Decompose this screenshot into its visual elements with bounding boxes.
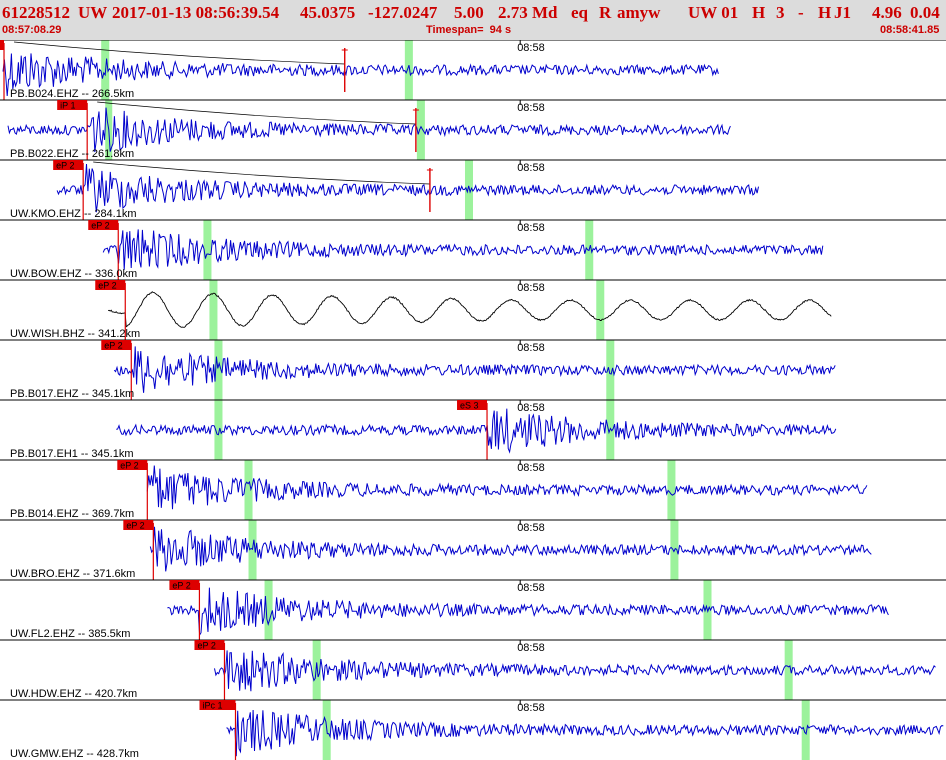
minute-tick-label: 08:58 [517,402,545,414]
coda-window-marker [667,460,676,520]
geo-type: H [818,3,832,22]
phase-pick-label: eP 2 [91,221,109,231]
minute-tick-label: 08:58 [517,282,545,294]
phase-pick-label: eS 3 [460,401,479,411]
channel-label: PB.B024.EHZ -- 266.5km [10,88,134,100]
phase-pick-label: eP 2 [98,281,116,291]
waveform-trace [146,465,868,510]
phase-pick-label: eP 2 [197,641,215,651]
quality: H [752,3,766,22]
channel-label: UW.HDW.EHZ -- 420.7km [10,688,137,700]
rms-1: 4.96 [872,3,902,22]
flag: J1 [834,3,851,22]
channel-label: UW.FL2.EHZ -- 385.5km [10,628,130,640]
waveform-trace [149,526,872,572]
rms-2: 0.04 [910,3,940,22]
coda-window-marker [416,100,425,160]
minute-tick-label: 08:58 [517,642,545,654]
event-network: UW [78,3,108,22]
source: UW 01 [688,3,739,22]
event-type: eq [571,3,588,22]
coda-window-marker [801,700,810,760]
channel-label: PB.B022.EHZ -- 261.8km [10,148,134,160]
author: amyw [617,3,661,22]
channel-label: UW.BRO.EHZ -- 371.6km [10,568,135,580]
minute-tick-label: 08:58 [517,222,545,234]
review-flag: R [599,3,612,22]
waveform-trace [226,709,944,757]
channel-label: UW.WISH.BHZ -- 341.2km [10,328,140,340]
phase-pick-label: iP 1 [60,101,75,111]
origin-time: 2017-01-13 08:56:39.54 [112,3,280,22]
coda-window-marker [264,580,273,640]
event-id: 61228512 [2,3,70,22]
channel-label: UW.GMW.EHZ -- 428.7km [10,748,139,760]
window-end-time: 08:58:41.85 [880,24,940,36]
minute-tick-label: 08:58 [517,342,545,354]
minute-tick-label: 08:58 [517,522,545,534]
phase-pick-flag [0,40,5,50]
coda-window-marker [784,640,793,700]
longitude: -127.0247 [368,3,438,22]
phase-pick-label: eP 2 [104,341,122,351]
coda-window-marker [209,280,218,340]
waveform-trace [214,650,936,692]
phase-pick-label: eP 2 [172,581,190,591]
coda-window-marker [244,460,253,520]
channel-label: UW.BOW.EHZ -- 336.0km [10,268,137,280]
minute-tick-label: 08:58 [517,702,545,714]
phase-pick-label: eP 2 [120,461,138,471]
station-count: 3 [776,3,785,22]
channel-label: PB.B017.EH1 -- 345.1km [10,448,134,460]
depth: 5.00 [454,3,484,22]
minute-tick-label: 08:58 [517,462,545,474]
waveform-trace [167,587,889,637]
timespan: Timespan= 94 s [426,24,512,36]
channel-label: PB.B017.EHZ -- 345.1km [10,388,134,400]
phase-pick-label: iPc 1 [202,701,222,711]
phase-pick-label: eP 2 [56,161,74,171]
window-start-time: 08:57:08.29 [2,24,62,36]
coda-window-marker [404,40,413,100]
channel-label: PB.B014.EHZ -- 369.7km [10,508,134,520]
dash-separator: - [798,3,804,22]
coda-window-marker [596,280,605,340]
minute-tick-label: 08:58 [517,582,545,594]
seismogram-panel: 08:58 eP 2 PB.B024.EHZ -- 266.5km 08:58 iP 1… [0,40,946,760]
minute-tick-label: 08:58 [517,102,545,114]
latitude: 45.0375 [300,3,356,22]
waveform-trace [116,408,837,454]
magnitude: 2.73 Md [498,3,558,22]
decay-curve [93,161,430,185]
decay-curve [13,41,345,65]
decay-curve [97,101,416,125]
waveform-trace [7,107,731,153]
event-header: 61228512 UW 2017-01-13 08:56:39.54 45.03… [0,0,946,40]
phase-pick-label: eP 2 [126,521,144,531]
waveform-trace [56,163,759,213]
minute-tick-label: 08:58 [517,162,545,174]
channel-label: UW.KMO.EHZ -- 284.1km [10,208,137,220]
minute-tick-label: 08:58 [517,42,545,54]
